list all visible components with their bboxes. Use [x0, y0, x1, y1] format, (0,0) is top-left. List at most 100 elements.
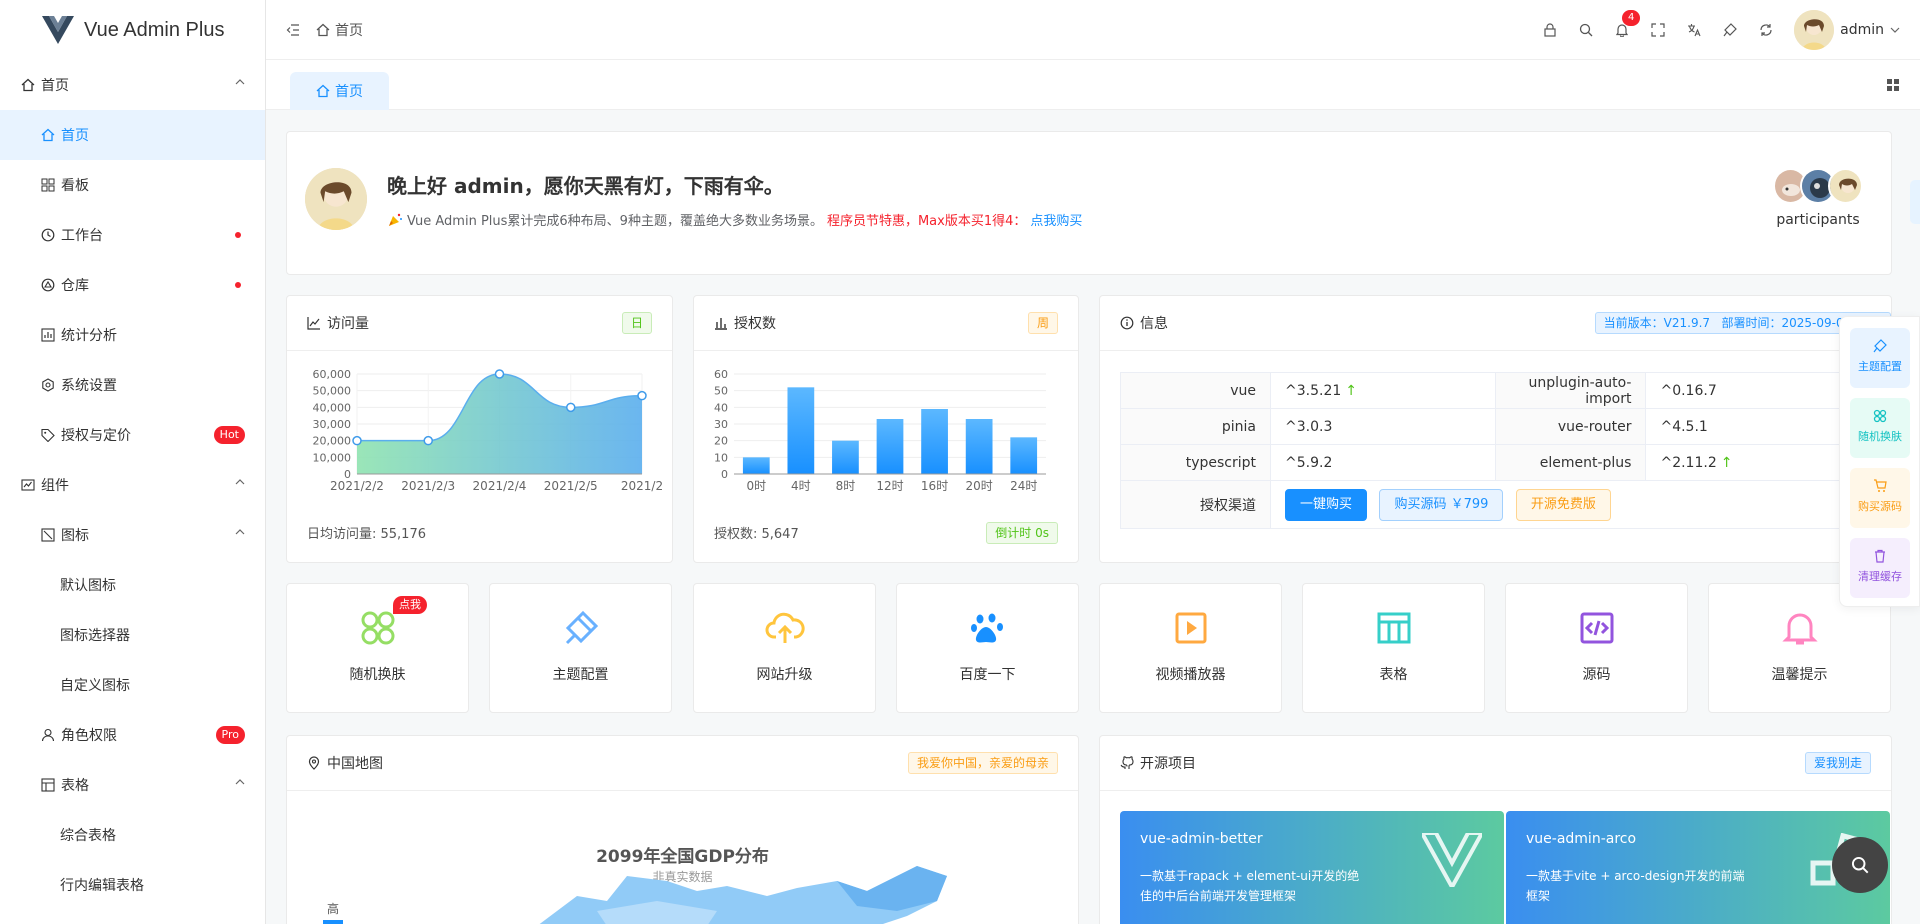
sidebar-item-warehouse[interactable]: 仓库	[0, 260, 265, 310]
dep-version: ^5.9.2	[1269, 444, 1497, 481]
user-menu[interactable]: admin	[1794, 10, 1900, 50]
arrow-up-icon: ↑	[1720, 454, 1733, 471]
breadcrumb[interactable]: 首页	[316, 20, 363, 40]
authorizations-card: 授权数 周 0 10 20 30 40 50 60 0时 4时 8时 12时 16时 20时 24时 授权…	[693, 295, 1079, 563]
x-tick-label: 24时	[1010, 479, 1037, 493]
floating-search-button[interactable]	[1832, 837, 1888, 893]
line-chart-icon	[307, 316, 321, 330]
info-card: 信息 当前版本：V21.9.7 部署时间：2025-09-08 20:2 vue…	[1099, 295, 1892, 563]
buy-source-button[interactable]: 购买源码 ￥799	[1379, 488, 1504, 521]
quick-action-baidu[interactable]: 百度一下	[896, 583, 1079, 713]
dep-name: typescript	[1120, 444, 1271, 481]
bell-icon[interactable]: 4	[1614, 10, 1641, 38]
china-map-shape[interactable]	[537, 856, 957, 924]
y-tick-label: 0	[721, 468, 728, 481]
info-icon	[1120, 316, 1134, 330]
clover-icon	[358, 608, 398, 648]
lock-icon[interactable]	[1542, 22, 1558, 38]
sidebar-item-dashboard[interactable]: 看板	[0, 160, 265, 210]
bar-chart-icon	[714, 316, 728, 330]
quick-action-table[interactable]: 表格	[1302, 583, 1485, 713]
visits-card: 访问量 日 0 10,000 20,000 30,000 40,000 50,000 60,…	[286, 295, 673, 563]
sidebar-item-settings[interactable]: 系统设置	[0, 360, 265, 410]
card-header: 信息 当前版本：V21.9.7 部署时间：2025-09-08 20:2	[1100, 296, 1891, 351]
tab-home[interactable]: 首页	[290, 72, 389, 110]
price-tag-icon	[40, 427, 56, 443]
quick-action-theme-config[interactable]: 主题配置	[489, 583, 672, 713]
sidebar-item-label: 首页	[41, 78, 69, 94]
participant-avatar[interactable]	[1827, 168, 1863, 204]
map-legend-bar[interactable]	[323, 920, 343, 924]
sidebar-item-statistics[interactable]: 统计分析	[0, 310, 265, 360]
float-label: 主题配置	[1858, 360, 1902, 373]
card-header: 中国地图 我爱你中国，亲爱的母亲	[287, 736, 1078, 791]
quick-action-random-skin[interactable]: 点我 随机换肤	[286, 583, 469, 713]
tabs-bar: 首页	[266, 60, 1920, 110]
grid-menu-icon[interactable]	[1886, 78, 1900, 92]
x-tick-label: 2021/2/4	[473, 479, 527, 493]
refresh-icon[interactable]	[1758, 22, 1774, 38]
float-clear-cache-button[interactable]: 清理缓存	[1850, 538, 1910, 598]
sidebar-item-roles[interactable]: 角色权限 Pro	[0, 710, 265, 760]
translate-icon[interactable]	[1686, 22, 1702, 38]
period-tag[interactable]: 日	[621, 312, 652, 334]
free-version-button[interactable]: 开源免费版	[1515, 488, 1611, 521]
search-icon[interactable]	[1578, 22, 1594, 38]
x-tick-label: 20时	[966, 479, 993, 493]
fullscreen-icon[interactable]	[1650, 22, 1666, 38]
fold-menu-icon[interactable]	[286, 23, 300, 37]
float-buy-source-button[interactable]: 购买源码	[1850, 468, 1910, 528]
float-theme-config-button[interactable]: 主题配置	[1850, 328, 1910, 388]
home-icon	[40, 127, 56, 143]
y-tick-label: 10,000	[313, 451, 352, 464]
quick-action-label: 网站升级	[756, 667, 813, 683]
sidebar-item-label: 行内编辑表格	[60, 878, 144, 894]
user-icon	[40, 727, 56, 743]
sidebar-item-tables[interactable]: 表格	[0, 760, 265, 810]
quick-action-label: 源码	[1582, 667, 1611, 683]
app-title: Vue Admin Plus	[84, 18, 225, 41]
sidebar-item-pricing[interactable]: 授权与定价 Hot	[0, 410, 265, 460]
bar	[1010, 437, 1038, 474]
float-action-panel: 主题配置 随机换肤 购买源码 清理缓存	[1839, 316, 1920, 607]
sidebar-item-icons[interactable]: 图标	[0, 510, 265, 560]
sidebar-item-home[interactable]: 首页	[0, 110, 265, 160]
sidebar-item-label: 看板	[61, 178, 89, 194]
sidebar-item-default-icons[interactable]: 默认图标	[0, 560, 265, 610]
channel-buttons: 一键购买 购买源码 ￥799 开源免费版	[1270, 480, 1872, 529]
image-icon	[40, 527, 56, 543]
quick-action-video-player[interactable]: 视频播放器	[1099, 583, 1282, 713]
sidebar-item-inline-edit-table[interactable]: 行内编辑表格	[0, 860, 265, 910]
chevron-up-icon	[235, 779, 245, 785]
data-point	[352, 435, 362, 446]
brush-icon[interactable]	[1722, 22, 1738, 38]
sidebar-item-custom-icons[interactable]: 自定义图标	[0, 660, 265, 710]
y-tick-label: 40	[714, 401, 728, 414]
dep-version: ^2.11.2 ↑	[1645, 444, 1872, 481]
sidebar-item-workbench[interactable]: 工作台	[0, 210, 265, 260]
project-card-vue-admin-better[interactable]: vue-admin-better 一款基于rapack + element-ui…	[1120, 811, 1504, 924]
buy-link[interactable]: 点我购买	[1030, 210, 1082, 229]
quick-action-label: 主题配置	[552, 667, 609, 683]
project-name: vue-admin-better	[1140, 831, 1263, 847]
video-play-icon	[1171, 608, 1211, 648]
sidebar-item-home-group[interactable]: 首页	[0, 60, 265, 110]
y-tick-label: 50	[714, 385, 728, 398]
logo[interactable]: Vue Admin Plus	[0, 0, 265, 60]
bar	[787, 387, 815, 474]
buy-now-button[interactable]: 一键购买	[1285, 488, 1368, 521]
period-tag[interactable]: 周	[1027, 312, 1058, 334]
x-tick-label: 16时	[921, 479, 948, 493]
sidebar-item-components[interactable]: 组件	[0, 460, 265, 510]
quick-action-source-code[interactable]: 源码	[1505, 583, 1688, 713]
scroll-thumb[interactable]	[1910, 180, 1920, 224]
sidebar-item-combined-table[interactable]: 综合表格	[0, 810, 265, 860]
x-tick-label: 2021/2	[621, 479, 663, 493]
dep-version: ^0.16.7	[1645, 372, 1872, 409]
x-tick-label: 8时	[836, 479, 856, 493]
bar	[965, 419, 993, 474]
quick-action-label: 视频播放器	[1155, 667, 1226, 683]
float-random-skin-button[interactable]: 随机换肤	[1850, 398, 1910, 458]
sidebar-item-icon-picker[interactable]: 图标选择器	[0, 610, 265, 660]
quick-action-site-upgrade[interactable]: 网站升级	[693, 583, 876, 713]
